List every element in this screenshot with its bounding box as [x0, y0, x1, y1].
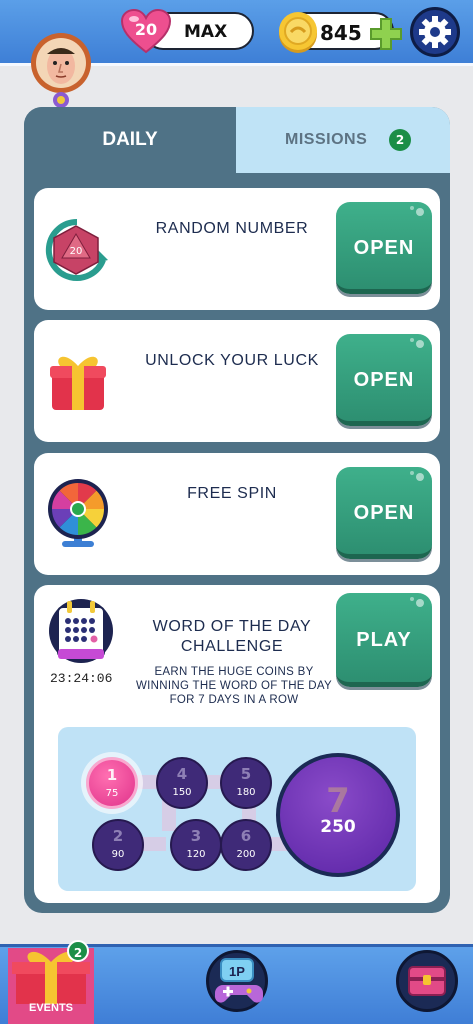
day-2-reward: 2 90: [92, 819, 144, 871]
open-label: OPEN: [353, 502, 415, 524]
open-label: OPEN: [353, 369, 415, 391]
missions-count-badge: 2: [389, 129, 411, 151]
desc-line: WINNING THE WORD OF THE DAY: [136, 680, 332, 692]
player-avatar[interactable]: [28, 30, 94, 110]
play-mode-label: 1P: [229, 964, 245, 979]
tab-missions[interactable]: MISSIONS 2: [236, 107, 450, 173]
play-label: PLAY: [356, 629, 412, 651]
card-title: WORD OF THE DAY CHALLENGE: [124, 617, 340, 657]
day-4-reward: 4 150: [156, 757, 208, 809]
treasure-chest-icon: [408, 966, 446, 996]
day-coins: 75: [105, 788, 119, 799]
open-random-number-button[interactable]: OPEN: [336, 202, 432, 294]
day-number: 2: [112, 827, 124, 845]
lives-count: 20: [134, 20, 158, 39]
events-count-badge: 2: [67, 940, 89, 962]
play-button[interactable]: PLAY: [336, 593, 432, 687]
open-free-spin-button[interactable]: OPEN: [336, 467, 432, 559]
rewards-panel: DAILY MISSIONS 2 20 RANDOM NUMBER OPEN U…: [24, 107, 450, 913]
coin-icon: [276, 10, 320, 54]
prize-wheel-icon: [46, 477, 110, 549]
add-coins-button[interactable]: [368, 16, 404, 52]
day-number: 7: [326, 781, 350, 821]
gear-icon: [419, 16, 451, 48]
day-number: 5: [240, 765, 252, 783]
word-of-the-day-card: 23:24:06 WORD OF THE DAY CHALLENGE EARN …: [34, 585, 440, 903]
day-coins: 200: [236, 849, 256, 860]
streak-track: 1 75 2 90 3 120 4 150 5 180 6 200 7 250: [58, 727, 416, 891]
day-coins: 150: [172, 787, 192, 798]
card-title: UNLOCK YOUR LUCK: [145, 352, 319, 369]
day-number: 3: [190, 827, 202, 845]
day-1-reward: 1 75: [86, 757, 138, 809]
day-number: 4: [176, 765, 188, 783]
tab-missions-label: MISSIONS: [285, 131, 368, 148]
svg-text:20: 20: [70, 246, 83, 257]
countdown-timer: 23:24:06: [50, 671, 113, 686]
day-coins: 120: [186, 849, 206, 860]
title-line: WORD OF THE DAY: [152, 618, 312, 635]
gift-box-icon: [46, 350, 110, 414]
events-label: EVENTS: [28, 1002, 73, 1014]
card-title: FREE SPIN: [187, 485, 277, 502]
d20-dice-icon: 20: [42, 216, 112, 282]
challenge-description: EARN THE HUGE COINS BY WINNING THE WORD …: [114, 665, 354, 707]
heart-icon: 20: [120, 8, 172, 56]
day-5-reward: 5 180: [220, 757, 272, 809]
unlock-luck-card: UNLOCK YOUR LUCK OPEN: [34, 320, 440, 442]
random-number-card: 20 RANDOM NUMBER OPEN: [34, 188, 440, 310]
free-spin-card: FREE SPIN OPEN: [34, 453, 440, 575]
day-coins: 180: [236, 787, 256, 798]
open-label: OPEN: [353, 237, 415, 259]
card-title: RANDOM NUMBER: [155, 220, 309, 237]
desc-line: FOR 7 DAYS IN A ROW: [169, 694, 299, 706]
day-number: 1: [106, 766, 118, 784]
day-7-grand-reward: 7 250: [276, 753, 400, 877]
plus-icon: [370, 18, 402, 50]
day-number: 6: [240, 827, 252, 845]
tab-daily[interactable]: DAILY: [24, 107, 236, 173]
lives-status-label: MAX: [184, 22, 228, 42]
coins-amount: 845: [320, 21, 362, 45]
day-3-reward: 3 120: [170, 819, 222, 871]
title-line: CHALLENGE: [180, 638, 284, 655]
day-6-reward: 6 200: [220, 819, 272, 871]
settings-button[interactable]: [410, 7, 460, 57]
day-coins: 250: [320, 817, 356, 837]
day-coins: 90: [111, 849, 125, 860]
shop-button[interactable]: [396, 950, 458, 1012]
calendar-icon: [48, 597, 114, 667]
single-player-button[interactable]: 1P: [206, 950, 268, 1012]
desc-line: EARN THE HUGE COINS BY: [154, 666, 314, 678]
open-unlock-luck-button[interactable]: OPEN: [336, 334, 432, 426]
